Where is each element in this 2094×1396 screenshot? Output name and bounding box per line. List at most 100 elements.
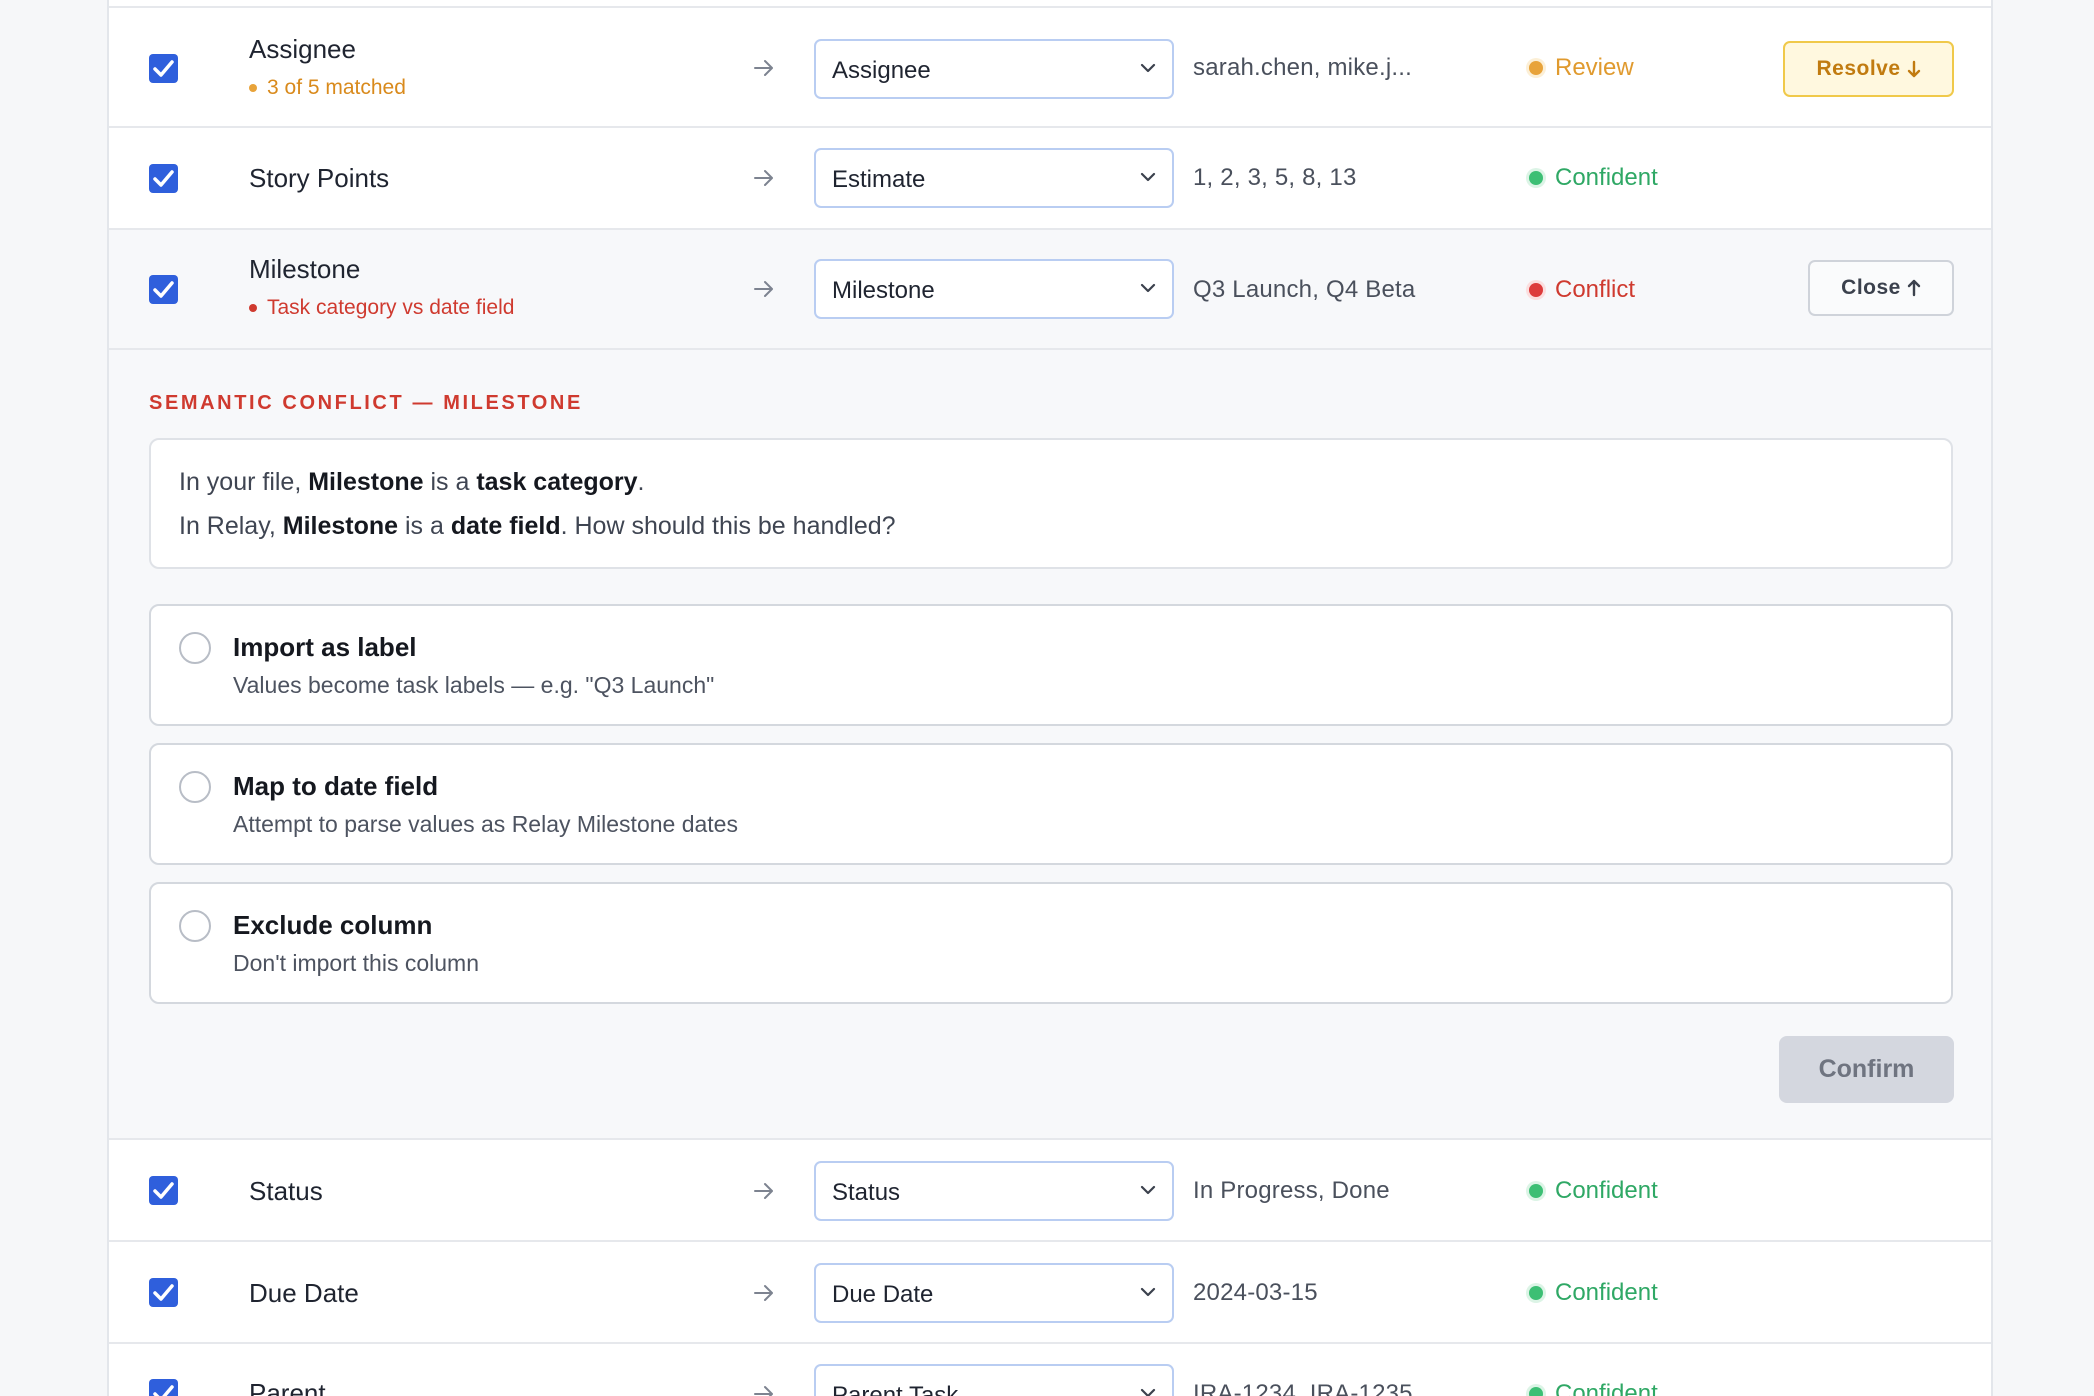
option-map-to-date-field[interactable]: Map to date field Attempt to parse value…	[149, 743, 1953, 865]
field-name: Milestone	[308, 468, 424, 496]
mapping-row-parent: Parent Parent Task IRA-1234, IRA-1235 Co…	[109, 1344, 1991, 1396]
chevron-down-icon	[1140, 1388, 1156, 1396]
arrow-right-icon	[754, 1285, 773, 1301]
target-field-value: Parent Task	[832, 1382, 959, 1396]
conflict-resolution-panel: SEMANTIC CONFLICT — MILESTONE In your fi…	[109, 350, 1991, 1140]
match-note-text: 3 of 5 matched	[267, 76, 406, 99]
explanation-line-1: In your file, Milestone is a task catego…	[179, 468, 644, 497]
source-field-name: Status	[249, 1176, 323, 1206]
include-checkbox[interactable]	[149, 1278, 178, 1307]
status-label: Review	[1555, 54, 1634, 81]
option-description: Attempt to parse values as Relay Milesto…	[233, 811, 738, 837]
chevron-down-icon	[1140, 63, 1156, 73]
include-checkbox[interactable]	[149, 1176, 178, 1205]
source-field-name: Story Points	[249, 163, 390, 193]
source-field-name: Assignee	[249, 34, 356, 64]
arrow-right-icon	[754, 1183, 773, 1199]
option-exclude-column[interactable]: Exclude column Don't import this column	[149, 882, 1953, 1004]
status-badge: Confident	[1529, 1279, 1658, 1307]
source-field-name: Milestone	[249, 254, 361, 284]
conflict-title: SEMANTIC CONFLICT — MILESTONE	[149, 392, 583, 414]
arrow-right-icon	[754, 281, 773, 297]
arrow-up-icon	[1907, 279, 1921, 297]
source-field-name: Due Date	[249, 1278, 359, 1308]
target-field-select[interactable]: Estimate	[814, 148, 1174, 208]
chevron-down-icon	[1140, 1287, 1156, 1297]
status-dot-icon	[1529, 283, 1543, 297]
text: . How should this be handled?	[560, 512, 896, 540]
chevron-down-icon	[1140, 172, 1156, 182]
option-description: Don't import this column	[233, 950, 479, 976]
target-field-value: Milestone	[832, 277, 935, 304]
review-dot-icon	[249, 84, 257, 92]
text: In Relay,	[179, 512, 283, 540]
arrow-down-icon	[1907, 60, 1920, 78]
field-type: task category	[476, 468, 638, 496]
option-description: Values become task labels — e.g. "Q3 Lau…	[233, 672, 715, 698]
option-title: Exclude column	[233, 910, 433, 940]
mapping-row-assignee: Assignee 3 of 5 matched Assignee sarah.c…	[109, 6, 1991, 128]
target-field-select[interactable]: Due Date	[814, 1263, 1174, 1323]
arrow-right-icon	[754, 60, 773, 76]
chevron-down-icon	[1140, 1185, 1156, 1195]
target-field-select[interactable]: Milestone	[814, 259, 1174, 319]
conflict-dot-icon	[249, 304, 257, 312]
arrow-right-icon	[754, 1386, 773, 1396]
radio-button[interactable]	[179, 771, 211, 803]
field-mapping-panel: Assignee 3 of 5 matched Assignee sarah.c…	[107, 0, 1993, 1396]
target-field-value: Due Date	[832, 1281, 934, 1308]
sample-values: 1, 2, 3, 5, 8, 13	[1193, 164, 1357, 191]
status-label: Confident	[1555, 1279, 1658, 1306]
status-badge: Conflict	[1529, 276, 1635, 304]
status-dot-icon	[1529, 171, 1543, 185]
status-badge: Confident	[1529, 1177, 1658, 1205]
status-dot-icon	[1529, 1184, 1543, 1198]
radio-button[interactable]	[179, 632, 211, 664]
match-note: 3 of 5 matched	[249, 76, 406, 100]
status-label: Conflict	[1555, 276, 1636, 303]
resolve-button[interactable]: Resolve	[1783, 41, 1954, 97]
mapping-row-status: Status Status In Progress, Done Confiden…	[109, 1140, 1991, 1242]
target-field-select[interactable]: Assignee	[814, 39, 1174, 99]
explanation-line-2: In Relay, Milestone is a date field. How…	[179, 512, 896, 541]
text: In your file,	[179, 468, 309, 496]
sample-values: 2024-03-15	[1193, 1279, 1318, 1306]
sample-values: Q3 Launch, Q4 Beta	[1193, 276, 1416, 303]
close-button-label: Close	[1841, 276, 1901, 299]
field-name: Milestone	[282, 512, 399, 540]
status-badge: Confident	[1529, 164, 1658, 192]
sample-values: IRA-1234, IRA-1235	[1193, 1380, 1413, 1396]
source-field-name: Parent	[249, 1378, 326, 1396]
include-checkbox[interactable]	[149, 164, 178, 193]
mapping-row-story-points: Story Points Estimate 1, 2, 3, 5, 8, 13 …	[109, 128, 1991, 230]
target-field-value: Assignee	[832, 57, 931, 84]
target-field-select[interactable]: Parent Task	[814, 1364, 1174, 1396]
option-title: Import as label	[233, 632, 417, 662]
status-badge: Confident	[1529, 1380, 1658, 1396]
chevron-down-icon	[1140, 283, 1156, 293]
conflict-explanation: In your file, Milestone is a task catego…	[149, 438, 1953, 569]
confirm-button[interactable]: Confirm	[1779, 1036, 1954, 1103]
target-field-value: Estimate	[832, 166, 926, 193]
resolve-button-label: Resolve	[1816, 57, 1901, 80]
option-import-as-label[interactable]: Import as label Values become task label…	[149, 604, 1953, 726]
include-checkbox[interactable]	[149, 54, 178, 83]
target-field-select[interactable]: Status	[814, 1161, 1174, 1221]
radio-button[interactable]	[179, 910, 211, 942]
mapping-row-due-date: Due Date Due Date 2024-03-15 Confident	[109, 1242, 1991, 1344]
status-label: Confident	[1555, 1177, 1658, 1204]
text: .	[637, 468, 645, 496]
mapping-row-milestone: Milestone Task category vs date field Mi…	[109, 230, 1991, 350]
target-field-value: Status	[832, 1179, 901, 1206]
option-title: Map to date field	[233, 771, 439, 801]
include-checkbox[interactable]	[149, 275, 178, 304]
text: is a	[423, 468, 477, 496]
status-dot-icon	[1529, 61, 1543, 75]
status-badge: Review	[1529, 54, 1634, 82]
close-button[interactable]: Close	[1808, 260, 1954, 316]
field-type: date field	[450, 512, 561, 540]
include-checkbox[interactable]	[149, 1379, 178, 1396]
conflict-note-text: Task category vs date field	[267, 296, 515, 319]
status-dot-icon	[1529, 1286, 1543, 1300]
status-dot-icon	[1529, 1387, 1543, 1396]
